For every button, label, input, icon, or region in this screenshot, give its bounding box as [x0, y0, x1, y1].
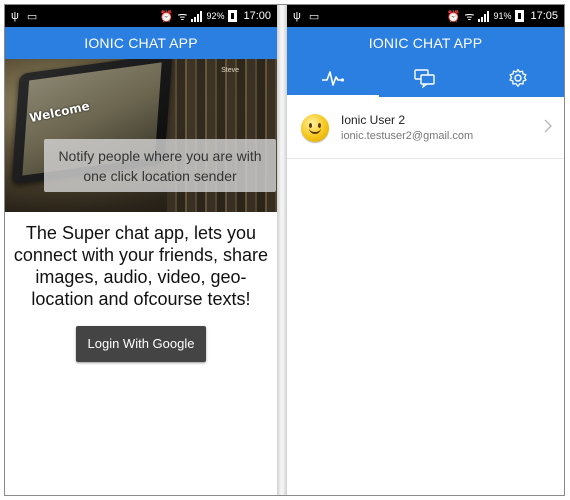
battery-icon — [515, 10, 525, 22]
login-screen: ψ ▭ ⏰ ᯤ 92% 17:00 IONIC CHAT APP Steve W… — [5, 5, 277, 495]
app-header: IONIC CHAT APP — [287, 27, 564, 59]
hero-overlay-caption: Notify people where you are with one cli… — [44, 139, 276, 192]
tab-chats[interactable] — [379, 59, 471, 97]
screenshot-frame: ψ ▭ ⏰ ᯤ 92% 17:00 IONIC CHAT APP Steve W… — [4, 4, 565, 496]
notification-icon: ▭ — [26, 10, 38, 23]
user-name: Ionic User 2 — [341, 113, 406, 127]
alarm-icon: ⏰ — [446, 10, 461, 23]
app-description: The Super chat app, lets you connect wit… — [13, 223, 269, 309]
smiley-icon — [301, 113, 329, 142]
user-list-item[interactable]: Ionic User 2 ionic.testuser2@gmail.com — [287, 97, 564, 159]
signal-icon — [191, 10, 203, 22]
hero-image: Steve Welcome Notify people where you ar… — [5, 59, 277, 212]
usb-icon: ψ — [11, 10, 19, 22]
alarm-icon: ⏰ — [159, 10, 174, 23]
wifi-icon: ᯤ — [464, 10, 475, 23]
status-bar: ψ ▭ ⏰ ᯤ 91% 17:05 — [287, 5, 564, 27]
app-header: IONIC CHAT APP — [5, 27, 277, 59]
tab-bar — [287, 59, 564, 97]
user-email: ionic.testuser2@gmail.com — [341, 130, 474, 142]
app-title: IONIC CHAT APP — [368, 35, 483, 51]
battery-icon — [228, 10, 238, 22]
book-label: Steve — [221, 67, 239, 74]
users-screen: ψ ▭ ⏰ ᯤ 91% 17:05 IONIC CHAT APP Ionic U… — [287, 5, 564, 495]
notification-icon: ▭ — [308, 10, 320, 23]
usb-icon: ψ — [293, 10, 301, 22]
gear-icon — [509, 68, 527, 87]
app-title: IONIC CHAT APP — [84, 35, 198, 51]
pulse-icon — [322, 71, 345, 86]
screen-divider — [277, 5, 287, 495]
chevron-right-icon — [544, 119, 552, 133]
wifi-icon: ᯤ — [177, 10, 188, 23]
chat-icon — [414, 69, 436, 88]
tab-activity[interactable] — [287, 59, 380, 97]
status-bar: ψ ▭ ⏰ ᯤ 92% 17:00 — [5, 5, 277, 27]
battery-percent: 91% — [493, 11, 512, 21]
tab-settings[interactable] — [472, 59, 564, 97]
login-with-google-button[interactable]: Login With Google — [75, 326, 207, 362]
status-time: 17:05 — [530, 10, 558, 22]
signal-icon — [478, 10, 490, 22]
battery-percent: 92% — [206, 11, 225, 21]
status-time: 17:00 — [243, 10, 271, 22]
